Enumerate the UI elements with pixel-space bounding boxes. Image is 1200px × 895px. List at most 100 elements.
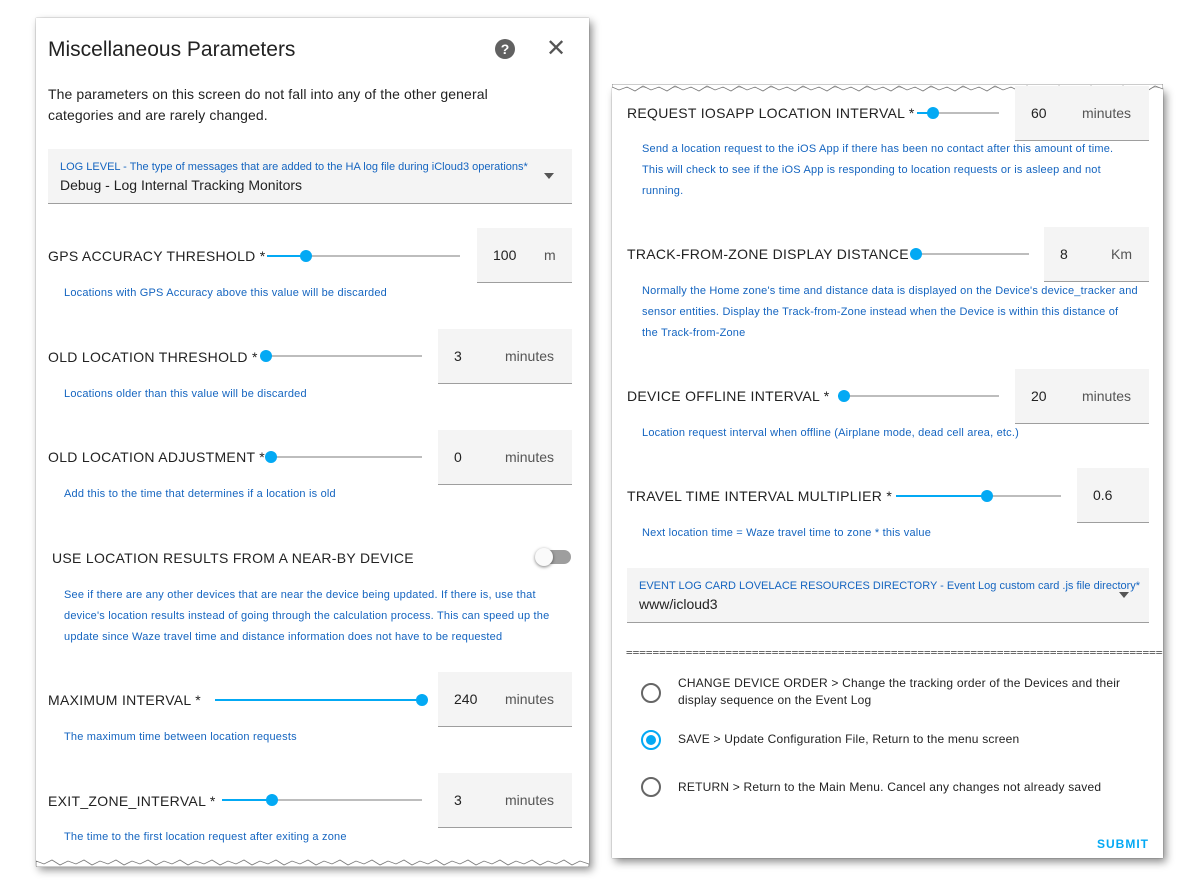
- old-location-threshold-label: OLD LOCATION THRESHOLD *: [48, 349, 258, 365]
- old-location-threshold-slider[interactable]: [260, 350, 422, 362]
- exit-zone-interval-slider[interactable]: [222, 794, 422, 806]
- old-location-threshold-unit: minutes: [505, 348, 555, 364]
- exit-zone-interval-label: EXIT_ZONE_INTERVAL *: [48, 793, 216, 809]
- gps-accuracy-label: GPS ACCURACY THRESHOLD *: [48, 248, 266, 264]
- event-log-directory-select[interactable]: EVENT LOG CARD LOVELACE RESOURCES DIRECT…: [627, 568, 1149, 623]
- slider-thumb[interactable]: [299, 250, 312, 262]
- old-location-threshold-value: 3: [454, 348, 462, 364]
- device-offline-help: Location request interval when offline (…: [642, 427, 1019, 439]
- old-location-threshold-input[interactable]: 3 minutes: [438, 329, 572, 384]
- exit-zone-interval-value: 3: [454, 792, 462, 808]
- maximum-interval-value: 240: [454, 691, 478, 707]
- iosapp-interval-label: REQUEST IOSAPP LOCATION INTERVAL *: [627, 105, 915, 121]
- misc-parameters-dialog: Miscellaneous Parameters ? ✕ The paramet…: [36, 18, 589, 867]
- slider-thumb[interactable]: [266, 794, 278, 806]
- maximum-interval-help: The maximum time between location reques…: [64, 731, 297, 743]
- nearby-device-help-3: update since Waze travel time and distan…: [64, 631, 503, 643]
- track-from-zone-label: TRACK-FROM-ZONE DISPLAY DISTANCE *: [627, 246, 919, 262]
- submit-button[interactable]: SUBMIT: [1097, 837, 1149, 851]
- nearby-device-help-2: device's location results instead of goi…: [64, 610, 550, 622]
- maximum-interval-input[interactable]: 240 minutes: [438, 672, 572, 727]
- gps-accuracy-unit: m: [544, 247, 556, 263]
- old-location-adjustment-value: 0: [454, 449, 462, 465]
- travel-time-multiplier-slider[interactable]: [896, 490, 1061, 502]
- toggle-thumb[interactable]: [535, 548, 553, 566]
- old-location-adjustment-slider[interactable]: [265, 451, 422, 463]
- slider-thumb[interactable]: [260, 350, 272, 362]
- return-label[interactable]: RETURN > Return to the Main Menu. Cancel…: [678, 779, 1101, 796]
- old-location-adjustment-unit: minutes: [505, 449, 555, 465]
- maximum-interval-slider[interactable]: [215, 694, 428, 706]
- iosapp-interval-unit: minutes: [1082, 105, 1132, 121]
- old-location-threshold-help: Locations older than this value will be …: [64, 388, 307, 400]
- slider-thumb[interactable]: [927, 107, 940, 119]
- chevron-down-icon: [1119, 592, 1129, 598]
- nearby-device-label: USE LOCATION RESULTS FROM A NEAR-BY DEVI…: [52, 550, 414, 566]
- slider-thumb[interactable]: [980, 490, 993, 502]
- radio-change-device-order[interactable]: [641, 683, 661, 703]
- iosapp-interval-help-1: Send a location request to the iOS App i…: [642, 143, 1114, 155]
- radio-save[interactable]: [641, 730, 661, 750]
- action-label-line-1: CHANGE DEVICE ORDER > Change the trackin…: [678, 676, 1121, 690]
- radio-return[interactable]: [641, 777, 661, 797]
- log-level-label: LOG LEVEL - The type of messages that ar…: [60, 161, 528, 173]
- event-log-directory-value: www/icloud3: [639, 596, 718, 612]
- save-label[interactable]: SAVE > Update Configuration File, Return…: [678, 731, 1019, 748]
- event-log-directory-label: EVENT LOG CARD LOVELACE RESOURCES DIRECT…: [639, 580, 1141, 592]
- slider-thumb[interactable]: [838, 390, 851, 402]
- track-from-zone-slider[interactable]: [910, 248, 1029, 260]
- iosapp-interval-input[interactable]: 60 minutes: [1015, 86, 1149, 141]
- nearby-device-toggle[interactable]: [535, 548, 571, 566]
- device-offline-slider[interactable]: [838, 390, 999, 402]
- iosapp-interval-value: 60: [1031, 105, 1047, 121]
- nearby-device-help-1: See if there are any other devices that …: [64, 589, 536, 601]
- gps-accuracy-value: 100: [493, 247, 517, 263]
- track-from-zone-help-2: sensor entities. Display the Track-from-…: [642, 306, 1119, 318]
- travel-time-multiplier-help: Next location time = Waze travel time to…: [642, 527, 932, 539]
- travel-time-multiplier-label: TRAVEL TIME INTERVAL MULTIPLIER *: [627, 488, 893, 504]
- old-location-adjustment-label: OLD LOCATION ADJUSTMENT *: [48, 449, 266, 465]
- slider-thumb[interactable]: [910, 248, 922, 260]
- travel-time-multiplier-value: 0.6: [1093, 487, 1113, 503]
- device-offline-label: DEVICE OFFLINE INTERVAL *: [627, 388, 830, 404]
- change-device-order-label[interactable]: CHANGE DEVICE ORDER > Change the trackin…: [678, 675, 1120, 709]
- log-level-value: Debug - Log Internal Tracking Monitors: [60, 177, 303, 193]
- slider-fill: [896, 495, 987, 497]
- close-icon[interactable]: ✕: [546, 37, 566, 61]
- device-offline-unit: minutes: [1082, 388, 1132, 404]
- exit-zone-interval-input[interactable]: 3 minutes: [438, 773, 572, 828]
- device-offline-value: 20: [1031, 388, 1047, 404]
- maximum-interval-unit: minutes: [505, 691, 555, 707]
- dialog-intro: The parameters on this screen do not fal…: [48, 86, 488, 123]
- iosapp-interval-help-3: running.: [642, 185, 684, 197]
- old-location-adjustment-input[interactable]: 0 minutes: [438, 430, 572, 485]
- torn-edge: [36, 859, 589, 867]
- old-location-adjustment-help: Add this to the time that determines if …: [64, 488, 336, 500]
- track-from-zone-help-1: Normally the Home zone's time and distan…: [642, 285, 1138, 297]
- gps-accuracy-slider[interactable]: [267, 250, 460, 262]
- gps-accuracy-input[interactable]: 100 m: [477, 228, 572, 283]
- maximum-interval-label: MAXIMUM INTERVAL *: [48, 692, 201, 708]
- misc-parameters-continued: REQUEST IOSAPP LOCATION INTERVAL * 60 mi…: [612, 84, 1163, 858]
- travel-time-multiplier-input[interactable]: 0.6: [1077, 468, 1149, 523]
- track-from-zone-input[interactable]: 8 Km: [1044, 227, 1149, 282]
- track-from-zone-unit: Km: [1111, 246, 1132, 262]
- exit-zone-interval-unit: minutes: [505, 792, 555, 808]
- chevron-down-icon: [544, 173, 554, 179]
- iosapp-interval-slider[interactable]: [917, 107, 999, 119]
- help-icon[interactable]: ?: [495, 39, 515, 59]
- slider-thumb[interactable]: [416, 694, 428, 706]
- action-label-line-2: display sequence on the Event Log: [678, 693, 872, 707]
- slider-fill: [222, 799, 272, 801]
- slider-thumb[interactable]: [265, 451, 277, 463]
- slider-fill: [215, 699, 422, 701]
- gps-accuracy-help: Locations with GPS Accuracy above this v…: [64, 287, 388, 299]
- log-level-select[interactable]: LOG LEVEL - The type of messages that ar…: [48, 149, 572, 204]
- dialog-title: Miscellaneous Parameters: [48, 38, 296, 61]
- iosapp-interval-help-2: This will check to see if the iOS App is…: [642, 164, 1101, 176]
- exit-zone-interval-help: The time to the first location request a…: [64, 831, 347, 843]
- divider: ========================================…: [626, 646, 1163, 659]
- track-from-zone-help-3: the Track-from-Zone: [642, 327, 746, 339]
- track-from-zone-value: 8: [1060, 246, 1068, 262]
- device-offline-input[interactable]: 20 minutes: [1015, 369, 1149, 424]
